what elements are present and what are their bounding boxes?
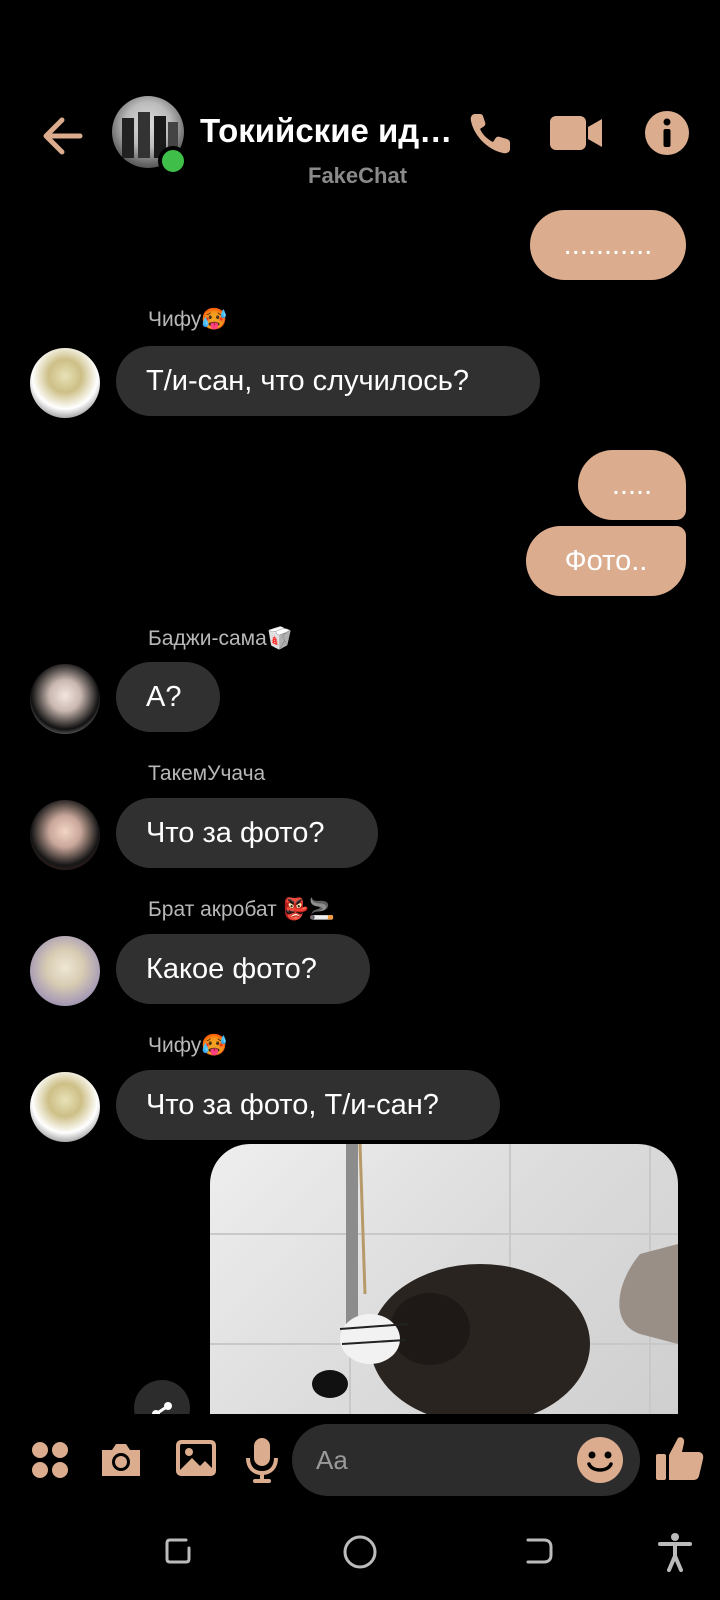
avatar[interactable] [30, 800, 100, 870]
outgoing-message[interactable]: ........... [530, 210, 686, 280]
sender-name: ТакемУчача [148, 762, 266, 785]
sender-name: Чифу🥵 [148, 1034, 228, 1057]
back-button[interactable] [36, 108, 92, 164]
chat-title[interactable]: Токийские ид… [200, 112, 452, 150]
arrow-left-icon [43, 117, 83, 155]
back-icon [526, 1538, 553, 1564]
nav-back-button[interactable] [522, 1534, 556, 1568]
incoming-message[interactable]: Какое фото? [116, 934, 370, 1004]
incoming-message[interactable]: А? [116, 662, 220, 732]
microphone-icon [246, 1438, 278, 1483]
thumbs-up-icon [656, 1437, 704, 1480]
home-circle-icon [343, 1535, 377, 1569]
sender-name: Брат акробат 👺🚬 [148, 898, 335, 921]
like-button[interactable] [654, 1432, 706, 1484]
avatar[interactable] [30, 1072, 100, 1142]
outgoing-message[interactable]: ..... [578, 450, 686, 520]
camera-icon [102, 1444, 140, 1476]
video-camera-icon [550, 116, 602, 150]
more-actions-button[interactable] [30, 1440, 70, 1480]
photo-message[interactable] [210, 1144, 678, 1414]
incoming-message[interactable]: Т/и-сан, что случилось? [116, 346, 540, 416]
four-dots-icon [32, 1442, 68, 1478]
microphone-button[interactable] [244, 1436, 280, 1484]
sender-name: Баджи-сама🥡 [148, 627, 293, 650]
accessibility-button[interactable] [656, 1532, 694, 1572]
video-call-button[interactable] [548, 110, 604, 156]
phone-icon [470, 114, 510, 154]
chat-subtitle: FakeChat [308, 163, 408, 188]
nav-home-button[interactable] [342, 1534, 378, 1570]
accessibility-icon [658, 1533, 692, 1572]
image-icon [176, 1440, 216, 1476]
info-icon [645, 111, 689, 155]
photo-image [210, 1144, 678, 1414]
sender-name: Чифу🥵 [148, 308, 228, 331]
gallery-button[interactable] [174, 1436, 218, 1480]
call-button[interactable] [466, 108, 516, 158]
nav-recents-button[interactable] [162, 1534, 196, 1568]
avatar[interactable] [30, 664, 100, 734]
emoji-button[interactable] [576, 1436, 624, 1484]
online-status-dot [158, 146, 188, 176]
recents-icon [165, 1538, 191, 1564]
avatar[interactable] [30, 348, 100, 418]
outgoing-message[interactable]: Фото.. [526, 526, 686, 596]
info-button[interactable] [642, 108, 692, 158]
incoming-message[interactable]: Что за фото, Т/и-сан? [116, 1070, 500, 1140]
smiley-icon [577, 1437, 623, 1483]
camera-button[interactable] [98, 1440, 144, 1480]
avatar[interactable] [30, 936, 100, 1006]
incoming-message[interactable]: Что за фото? [116, 798, 378, 868]
